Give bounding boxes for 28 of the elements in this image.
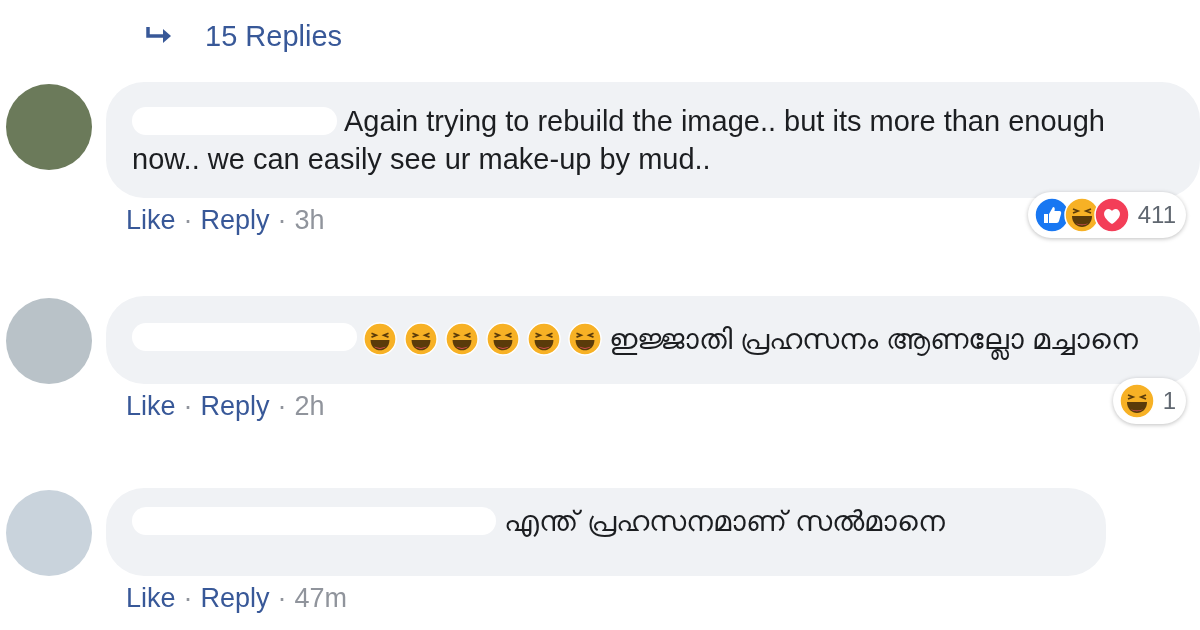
separator-dot: ·	[277, 390, 287, 422]
laughing-face-icon	[445, 322, 479, 356]
reply-link[interactable]: Reply	[200, 582, 270, 614]
laughing-face-icon	[363, 322, 397, 356]
reply-link[interactable]: Reply	[200, 390, 270, 422]
separator-dot: ·	[277, 582, 287, 614]
reply-link[interactable]: Reply	[200, 204, 270, 236]
comment-time: 2h	[294, 390, 325, 422]
comment-time: 3h	[294, 204, 325, 236]
comment-text: എന്ത് പ്രഹസനമാണ് സൽമാനെ	[132, 502, 1080, 540]
laughing-face-icon	[404, 322, 438, 356]
separator-dot: ·	[183, 204, 193, 236]
reaction-count: 411	[1137, 200, 1176, 230]
replies-link[interactable]: 15 Replies	[145, 22, 343, 51]
comment-time: 47m	[294, 582, 348, 614]
like-link[interactable]: Like	[126, 204, 176, 236]
like-link[interactable]: Like	[126, 582, 176, 614]
reaction-count: 1	[1162, 386, 1176, 416]
separator-dot: ·	[183, 582, 193, 614]
laughing-face-icon	[527, 322, 561, 356]
separator-dot: ·	[277, 204, 287, 236]
laughing-face-icon	[486, 322, 520, 356]
comment-text: ഇജ്ജാതി പ്രഹസനം ആണല്ലോ മച്ചാനെ	[609, 316, 1139, 362]
laughing-face-icon	[568, 322, 602, 356]
comment-text: Again trying to rebuild the image.. but its more than enough now.. we can easily see ur make-up by mud..	[132, 102, 1174, 178]
laughing-face-icon	[1118, 383, 1155, 419]
separator-dot: ·	[183, 390, 193, 422]
like-link[interactable]: Like	[126, 390, 176, 422]
